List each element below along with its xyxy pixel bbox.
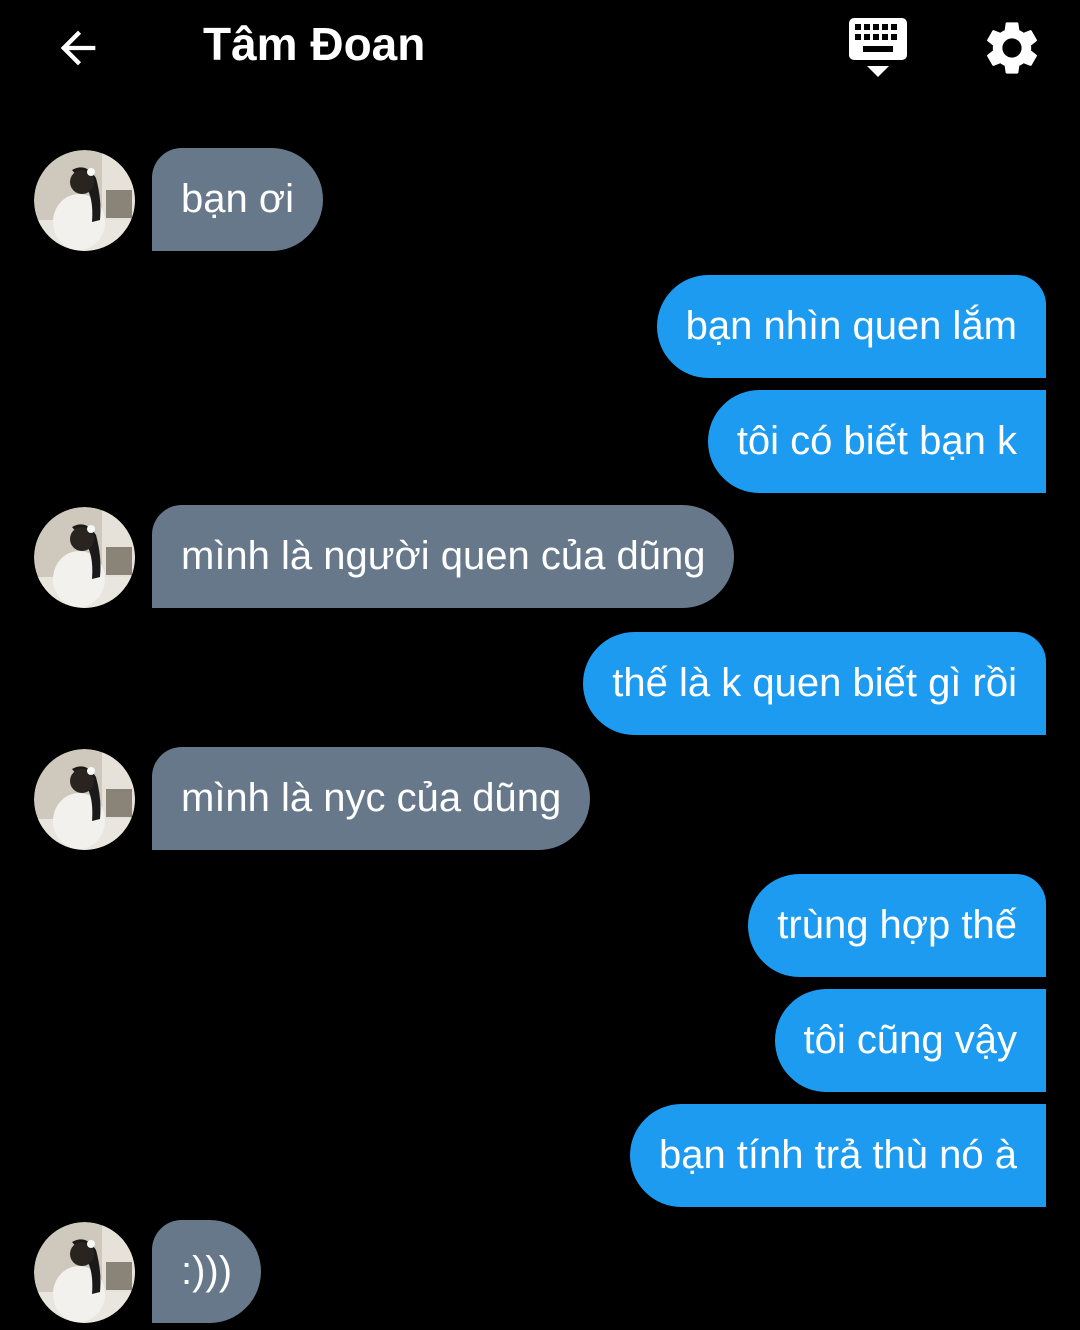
avatar[interactable] (34, 507, 135, 608)
back-button[interactable] (48, 20, 108, 76)
avatar[interactable] (34, 1222, 135, 1323)
incoming-message[interactable]: mình là nyc của dũng (152, 747, 591, 850)
avatar[interactable] (34, 749, 135, 850)
message-text: mình là người quen của dũng (181, 534, 706, 578)
incoming-message[interactable]: :))) (152, 1220, 262, 1323)
message-text: tôi có biết bạn k (736, 419, 1017, 463)
keyboard-icon (849, 18, 907, 77)
top-bar: Tâm Đoan (0, 0, 1080, 100)
message-text: bạn tính trả thù nó à (658, 1133, 1017, 1177)
outgoing-message[interactable]: thế là k quen biết gì rồi (583, 632, 1046, 735)
outgoing-message[interactable]: tôi có biết bạn k (707, 390, 1046, 493)
message-text: thế là k quen biết gì rồi (612, 661, 1017, 705)
message-text: bạn ơi (181, 177, 294, 221)
settings-button[interactable] (980, 16, 1044, 80)
conversation-title: Tâm Đoan (203, 18, 426, 70)
message-text: tôi cũng vậy (803, 1018, 1017, 1062)
outgoing-message[interactable]: bạn tính trả thù nó à (629, 1104, 1046, 1207)
outgoing-message[interactable]: tôi cũng vậy (774, 989, 1046, 1092)
outgoing-message[interactable]: trùng hợp thế (748, 874, 1046, 977)
outgoing-message[interactable]: bạn nhìn quen lắm (656, 275, 1046, 378)
avatar[interactable] (34, 150, 135, 251)
message-text: :))) (181, 1249, 233, 1293)
incoming-message[interactable]: bạn ơi (152, 148, 323, 251)
message-text: bạn nhìn quen lắm (685, 304, 1017, 348)
arrow-left-icon (60, 30, 96, 66)
gear-icon (987, 22, 1037, 74)
message-text: trùng hợp thế (777, 903, 1017, 947)
incoming-message[interactable]: mình là người quen của dũng (152, 505, 735, 608)
message-text: mình là nyc của dũng (181, 776, 562, 820)
keyboard-button[interactable] (843, 16, 913, 80)
